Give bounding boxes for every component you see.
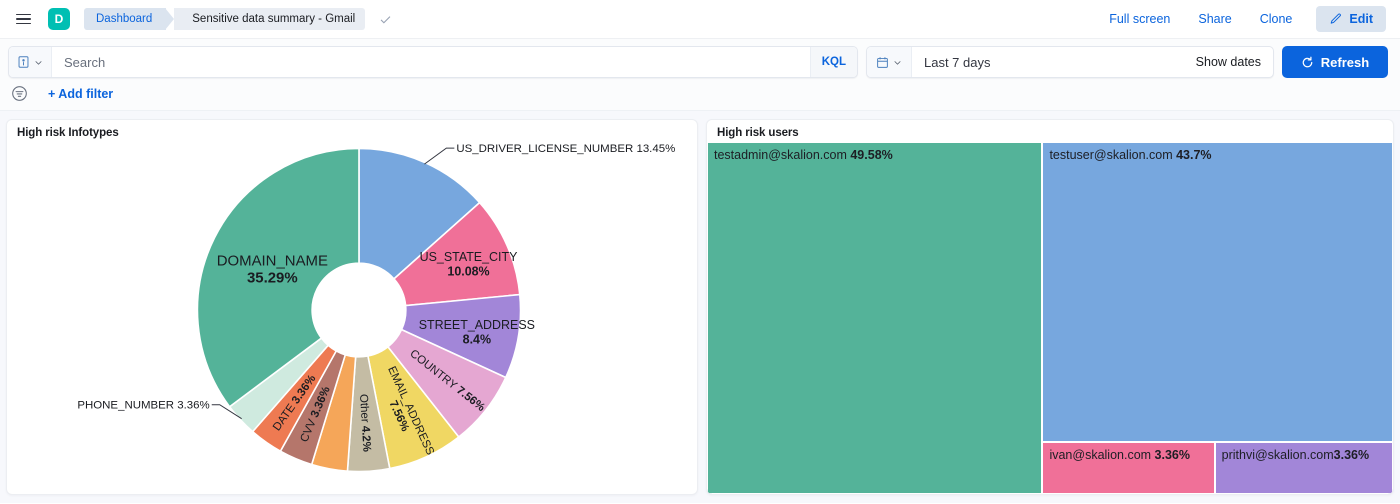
treemap-cell[interactable]: prithvi@skalion.com3.36% (1214, 441, 1393, 494)
panel-title-infotypes: High risk Infotypes (17, 127, 119, 139)
chevron-down-icon (893, 58, 902, 67)
show-dates-button[interactable]: Show dates (1184, 47, 1273, 77)
treemap-cell-percent: 3.36% (1333, 447, 1370, 462)
svg-text:10.08%: 10.08% (447, 265, 489, 279)
treemap-cell[interactable]: ivan@skalion.com 3.36% (1042, 441, 1215, 494)
treemap-cell-percent: 49.58% (850, 148, 893, 162)
treemap-cell-label: testuser@skalion.com 43.7% (1043, 143, 1392, 162)
hamburger-menu-icon[interactable] (10, 6, 36, 32)
dataview-icon (17, 55, 30, 69)
treemap-cell-name: ivan@skalion.com (1049, 447, 1155, 462)
share-button[interactable]: Share (1184, 7, 1245, 31)
app-badge[interactable]: D (48, 8, 70, 30)
refresh-button-label: Refresh (1320, 54, 1370, 70)
breadcrumb-item-dashboard[interactable]: Dashboard (84, 8, 175, 30)
search-input[interactable] (52, 47, 810, 77)
refresh-button[interactable]: Refresh (1282, 46, 1388, 78)
dashboard-grid: High risk Infotypes US_STATE_CITY 10.08% S… (0, 111, 1400, 503)
check-icon[interactable] (377, 13, 393, 26)
svg-text:8.4%: 8.4% (463, 332, 491, 346)
refresh-icon (1301, 56, 1314, 69)
breadcrumb-item-current[interactable]: Sensitive data summary - Gmail (174, 8, 366, 30)
calendar-icon (876, 56, 889, 69)
chevron-down-icon (34, 58, 43, 67)
filter-icon[interactable] (11, 85, 28, 102)
filter-bar: + Add filter (0, 78, 1400, 111)
treemap-cell-label: testadmin@skalion.com 49.58% (708, 143, 1041, 162)
dataview-picker[interactable] (9, 47, 52, 77)
pie-callout-label: PHONE_NUMBER 3.36% (77, 400, 209, 412)
breadcrumb: Dashboard Sensitive data summary - Gmail (84, 7, 393, 31)
treemap-chart[interactable]: testadmin@skalion.com 49.58% testuser@ska… (707, 142, 1393, 494)
kql-toggle-button[interactable]: KQL (809, 47, 857, 77)
treemap-cell-percent: 3.36% (1154, 447, 1190, 462)
treemap-cell[interactable]: testuser@skalion.com 43.7% (1042, 142, 1393, 442)
treemap-cell-label: prithvi@skalion.com3.36% (1216, 443, 1392, 462)
treemap-cell-label: ivan@skalion.com 3.36% (1043, 443, 1213, 462)
pie-chart[interactable]: US_STATE_CITY10.08%STREET_ADDRESS8.4%COU… (7, 142, 697, 494)
full-screen-button[interactable]: Full screen (1095, 7, 1184, 31)
svg-text:35.29%: 35.29% (247, 270, 298, 287)
svg-text:US_STATE_CITY: US_STATE_CITY (420, 250, 518, 264)
pie-chart-container[interactable]: US_STATE_CITY 10.08% STREET_ADDRESS 8.4% COU… (7, 142, 697, 494)
panel-high-risk-users: High risk users testadmin@skalion.com 49… (706, 119, 1394, 495)
panel-title-users: High risk users (717, 127, 799, 139)
treemap-cell[interactable]: testadmin@skalion.com 49.58% (707, 142, 1043, 494)
edit-button[interactable]: Edit (1316, 6, 1386, 32)
svg-text:STREET_ADDRESS: STREET_ADDRESS (419, 318, 535, 332)
top-navigation-bar: D Dashboard Sensitive data summary - Gma… (0, 0, 1400, 39)
treemap-cell-name: testadmin@skalion.com (714, 148, 851, 162)
treemap-cell-percent: 43.7% (1176, 148, 1212, 162)
search-bar-group: KQL (8, 46, 858, 78)
clone-button[interactable]: Clone (1246, 7, 1307, 31)
panel-high-risk-infotypes: High risk Infotypes US_STATE_CITY 10.08% S… (6, 119, 698, 495)
top-nav-actions: Full screen Share Clone Edit (1095, 6, 1386, 32)
treemap-cell-name: testuser@skalion.com (1049, 148, 1177, 162)
quick-date-menu-button[interactable] (867, 47, 912, 77)
pie-callout-line (424, 147, 455, 165)
pencil-icon (1329, 12, 1342, 26)
treemap-container[interactable]: testadmin@skalion.com 49.58% testuser@ska… (707, 142, 1393, 494)
pie-callout-label: US_DRIVER_LICENSE_NUMBER 13.45% (456, 143, 675, 155)
date-picker-group: Last 7 days Show dates (866, 46, 1274, 78)
edit-button-label: Edit (1349, 12, 1373, 26)
treemap-cell-name: prithvi@skalion.com (1221, 447, 1334, 462)
add-filter-button[interactable]: + Add filter (48, 87, 113, 101)
query-bar: KQL Last 7 days Show dates (0, 39, 1400, 78)
date-range-value[interactable]: Last 7 days (912, 47, 1184, 77)
svg-text:DOMAIN_NAME: DOMAIN_NAME (217, 253, 328, 270)
